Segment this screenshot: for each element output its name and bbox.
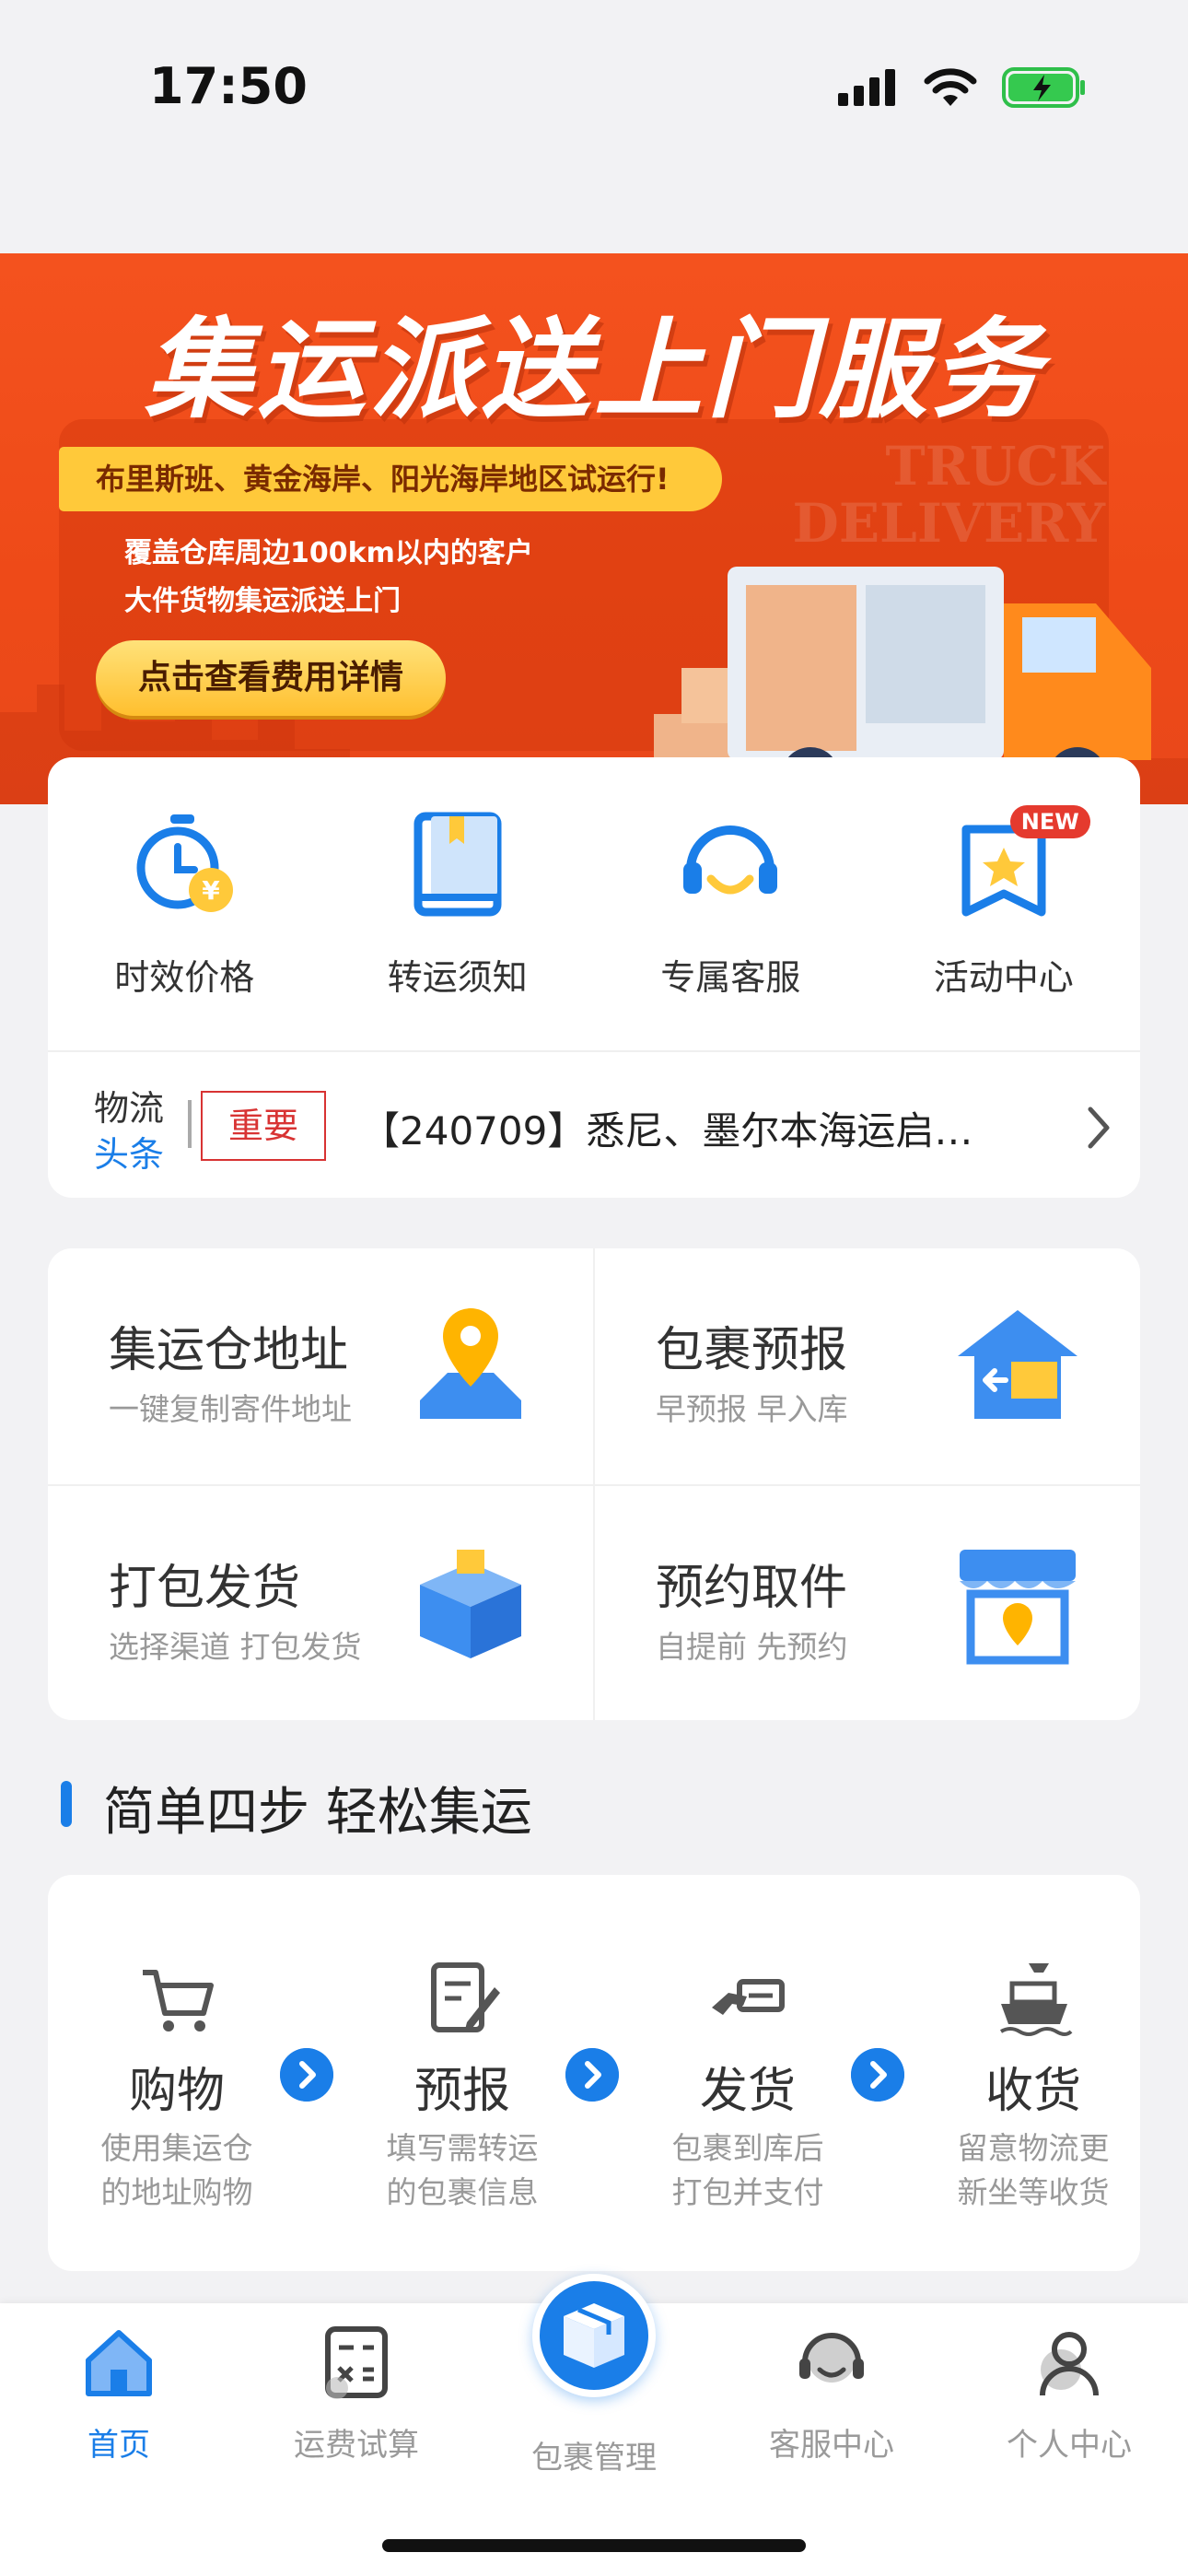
news-logo-line-1: 物流	[94, 1088, 165, 1129]
quick-link-label: 时效价格	[114, 957, 255, 998]
services-grid: 集运仓地址 一键复制寄件地址 包裹预报 早预报 早入库 打包发货 选择渠道 打包…	[48, 1248, 1140, 1720]
warehouse-icon	[958, 1310, 1077, 1419]
service-parcel-forecast[interactable]: 包裹预报 早预报 早入库	[595, 1248, 1140, 1483]
service-pack-ship[interactable]: 打包发货 选择渠道 打包发货	[48, 1486, 593, 1720]
step-desc-2: 打包并支付	[671, 2174, 824, 2210]
step-desc-2: 的包裹信息	[386, 2174, 539, 2210]
status-time: 17:50	[149, 57, 308, 115]
pay-card-icon	[712, 1979, 785, 2015]
status-bar: 17:50	[0, 0, 1188, 175]
service-subtitle: 一键复制寄件地址	[109, 1391, 352, 1427]
service-title: 包裹预报	[656, 1323, 848, 1378]
step-name: 收货	[984, 2064, 1081, 2119]
news-headline[interactable]: 【240709】悉尼、墨尔本海运启…	[361, 1100, 1070, 1156]
box-icon	[564, 2303, 624, 2368]
quick-link-notice[interactable]: 转运须知	[321, 757, 595, 1050]
step-shipping: 发货 包裹到库后 打包并支付	[637, 1875, 858, 2271]
quick-link-support[interactable]: 专属客服	[594, 757, 868, 1050]
battery-charging-icon	[1002, 67, 1085, 108]
svg-text:¥: ¥	[203, 875, 221, 906]
quick-link-activity[interactable]: NEW 活动中心	[868, 757, 1141, 1050]
cellular-signal-icon	[838, 69, 895, 106]
quick-links-card: ¥ 时效价格 转运须知 专属客服 NEW 活动中心 物流 头条 重要 【2407…	[48, 757, 1140, 1198]
banner-cta-button[interactable]: 点击查看费用详情	[96, 640, 446, 716]
tab-label: 运费试算	[294, 2427, 419, 2464]
chevron-right-icon	[851, 2048, 904, 2102]
headset-icon	[683, 825, 778, 895]
calculator-icon	[325, 2326, 388, 2399]
banner-line-2: 大件货物集运派送上门	[124, 585, 401, 617]
service-warehouse-address[interactable]: 集运仓地址 一键复制寄件地址	[48, 1248, 593, 1483]
news-important-tag: 重要	[201, 1091, 326, 1161]
parcel-management-fab[interactable]	[532, 2274, 656, 2397]
stopwatch-yen-icon: ¥	[136, 814, 234, 912]
chevron-right-icon	[565, 2048, 619, 2102]
tab-label: 首页	[87, 2427, 150, 2464]
quick-link-label: 专属客服	[660, 957, 801, 998]
banner-ghost-line-1: TRUCK	[885, 435, 1105, 498]
quick-link-label: 转运须知	[387, 957, 528, 998]
step-name: 预报	[413, 2064, 510, 2119]
service-title: 预约取件	[656, 1561, 848, 1616]
step-desc-2: 新坐等收货	[957, 2174, 1110, 2210]
quick-link-pricing[interactable]: ¥ 时效价格	[48, 757, 321, 1050]
chevron-right-icon	[280, 2048, 333, 2102]
tab-customer-service[interactable]: 客服中心	[713, 2322, 950, 2465]
service-subtitle: 选择渠道 打包发货	[109, 1629, 362, 1665]
tab-label: 个人中心	[1007, 2427, 1132, 2464]
step-name: 发货	[699, 2064, 796, 2119]
tab-label: 客服中心	[769, 2427, 894, 2464]
step-desc-1: 填写需转运	[386, 2130, 539, 2166]
home-indicator	[382, 2539, 806, 2552]
quick-links-row: ¥ 时效价格 转运须知 专属客服 NEW 活动中心	[48, 757, 1140, 1050]
step-receive: 收货 留意物流更 新坐等收货	[923, 1875, 1144, 2271]
tab-profile[interactable]: 个人中心	[950, 2322, 1188, 2465]
status-icons	[838, 66, 1087, 109]
step-shopping: 购物 使用集运仓 的地址购物	[66, 1875, 287, 2271]
steps-card: 购物 使用集运仓 的地址购物 预报 填写需转运 的包裹信息 发货 包裹到库后 打…	[48, 1875, 1140, 2271]
banner-region-strip: 布里斯班、黄金海岸、阳光海岸地区试运行!	[59, 447, 722, 511]
service-title: 集运仓地址	[109, 1323, 349, 1378]
news-ticker[interactable]: 物流 头条 重要 【240709】悉尼、墨尔本海运启…	[48, 1052, 1140, 1198]
package-icon	[420, 1550, 521, 1658]
quick-link-label: 活动中心	[933, 957, 1074, 998]
step-name: 购物	[128, 2064, 225, 2119]
service-subtitle: 早预报 早入库	[656, 1391, 848, 1427]
support-icon	[799, 2333, 864, 2383]
section-accent-bar	[61, 1781, 72, 1827]
new-badge: NEW	[1009, 805, 1090, 838]
chevron-right-icon[interactable]	[1085, 1106, 1112, 1150]
tab-home[interactable]: 首页	[0, 2322, 238, 2465]
step-desc-1: 留意物流更	[957, 2130, 1110, 2166]
tab-parcel-management[interactable]: 包裹管理	[475, 2432, 713, 2477]
grid-horizontal-divider	[48, 1484, 1140, 1486]
store-pin-icon	[960, 1550, 1076, 1665]
news-logo-line-2: 头条	[94, 1134, 165, 1175]
ship-icon	[999, 1963, 1073, 2036]
step-desc-1: 包裹到库后	[671, 2130, 824, 2166]
tab-shipping-calculator[interactable]: 运费试算	[238, 2322, 475, 2465]
home-icon	[86, 2330, 152, 2396]
banner-title: 集运派送上门服务	[144, 306, 1043, 433]
service-title: 打包发货	[109, 1561, 301, 1616]
edit-doc-icon	[431, 1962, 500, 2032]
wifi-icon	[924, 68, 977, 106]
service-book-pickup[interactable]: 预约取件 自提前 先预约	[595, 1486, 1140, 1720]
map-pin-icon	[420, 1308, 521, 1419]
news-separator	[188, 1100, 192, 1148]
step-desc-1: 使用集运仓	[100, 2130, 253, 2166]
cart-icon	[143, 1970, 214, 2032]
section-title: 简单四步 轻松集运	[103, 1783, 532, 1843]
promo-banner[interactable]: 集运派送上门服务 TRUCK DELIVERY 布里斯班、黄金海岸、阳光海岸地区…	[0, 253, 1188, 804]
step-desc-2: 的地址购物	[100, 2174, 253, 2210]
step-forecast: 预报 填写需转运 的包裹信息	[352, 1875, 573, 2271]
banner-line-1: 覆盖仓库周边100km以内的客户	[124, 537, 533, 569]
book-icon	[413, 812, 502, 917]
user-icon	[1040, 2332, 1099, 2396]
service-subtitle: 自提前 先预约	[656, 1629, 848, 1665]
tab-label: 包裹管理	[531, 2440, 657, 2476]
